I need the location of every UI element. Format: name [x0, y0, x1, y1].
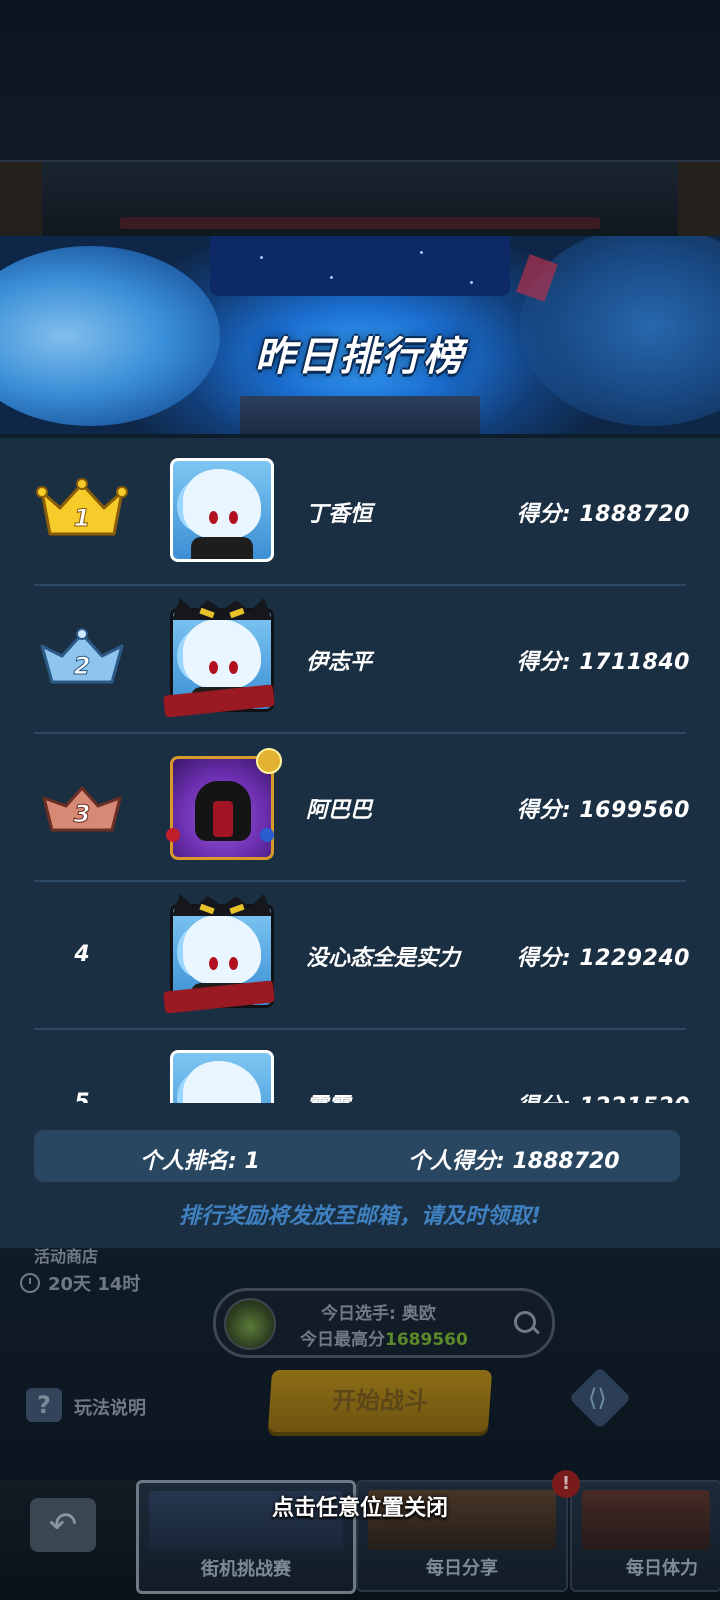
player-avatar[interactable] — [170, 458, 274, 562]
player-name: 丁香恒 — [306, 502, 373, 527]
leaderboard-panel: 昨日排行榜 1 丁香恒 得分: 1888720 2 伊志平 得分: 171184… — [0, 236, 720, 1248]
player-score: 得分: 1711840 — [516, 650, 690, 675]
today-player-avatar — [224, 1298, 276, 1350]
banner-star — [330, 276, 333, 279]
banner-console — [240, 396, 480, 438]
today-player-text: 今日选手: 奥欧 — [321, 1304, 436, 1324]
banner-star — [420, 251, 423, 254]
avatar-frame — [170, 756, 274, 860]
leaderboard-list[interactable]: 1 丁香恒 得分: 1888720 2 伊志平 得分: 1711840 3 阿巴… — [0, 438, 720, 1103]
player-name: 阿巴巴 — [306, 798, 373, 823]
avatar-frame — [170, 1050, 274, 1103]
crown-gold-icon: 1 — [36, 478, 128, 536]
player-avatar[interactable] — [170, 1050, 274, 1103]
banner-star — [470, 281, 473, 284]
player-name: 没心态全是实力 — [306, 946, 461, 971]
help-label[interactable]: 玩法说明 — [74, 1394, 146, 1420]
leaderboard-banner: 昨日排行榜 — [0, 236, 720, 438]
player-score: 得分: 1699560 — [516, 798, 690, 823]
leaderboard-row: 4 没心态全是实力 得分: 1229240 — [0, 882, 720, 1030]
banner-star — [260, 256, 263, 259]
cabinet-light — [120, 217, 600, 229]
player-name: 霸霸 — [306, 1088, 350, 1103]
rank-number: 5 — [74, 1090, 90, 1103]
tab-stamina-label: 每日体力 — [626, 1558, 698, 1579]
leaderboard-row: 3 阿巴巴 得分: 1699560 — [0, 734, 720, 882]
leaderboard-row: 5 霸霸 得分: 1221520 — [0, 1030, 720, 1103]
reward-note: 排行奖励将发放至邮箱，请及时领取! — [178, 1204, 542, 1229]
player-name: 伊志平 — [306, 650, 373, 675]
shop-timer-text: 20天 14时 — [48, 1274, 141, 1295]
avatar-frame — [170, 458, 274, 562]
player-avatar[interactable] — [163, 598, 275, 718]
personal-rank-bar: 个人排名: 1 个人得分: 1888720 — [34, 1130, 680, 1182]
rank-number: 3 — [74, 800, 91, 828]
today-best-score: 今日最高分1689560 — [300, 1325, 468, 1350]
today-best-label: 今日最高分 — [300, 1330, 385, 1350]
rank-number: 1 — [74, 504, 91, 532]
player-avatar[interactable] — [163, 894, 275, 1014]
tab-arcade-label: 街机挑战赛 — [201, 1559, 291, 1580]
player-score: 得分: 1221520 — [517, 1088, 690, 1103]
player-score: 得分: 1888720 — [516, 502, 690, 527]
personal-rank: 个人排名: 1 — [140, 1149, 260, 1174]
cabinet-post-right — [678, 162, 720, 237]
help-icon[interactable]: ? — [26, 1388, 62, 1422]
crown-bronze-icon: 3 — [42, 786, 122, 832]
today-player-panel[interactable]: 今日选手: 奥欧 今日最高分1689560 — [213, 1288, 555, 1358]
clock-icon — [20, 1273, 40, 1293]
leaderboard-title: 昨日排行榜 — [255, 334, 465, 380]
leaderboard-row: 1 丁香恒 得分: 1888720 — [0, 438, 720, 586]
rank-number: 2 — [74, 652, 91, 680]
banner-screen — [210, 236, 510, 296]
player-score: 得分: 1229240 — [516, 946, 690, 971]
share-icon: ⟨⟩ — [588, 1384, 607, 1412]
arcade-cabinet-top — [0, 160, 720, 237]
personal-score: 个人得分: 1888720 — [408, 1149, 620, 1174]
today-best-value: 1689560 — [385, 1330, 468, 1350]
shop-timer: 20天 14时 — [20, 1270, 140, 1296]
player-avatar[interactable] — [166, 748, 282, 860]
tab-share-label: 每日分享 — [426, 1558, 498, 1579]
start-battle-button[interactable]: 开始战斗 — [267, 1370, 493, 1432]
search-icon[interactable] — [514, 1311, 536, 1333]
leaderboard-row: 2 伊志平 得分: 1711840 — [0, 586, 720, 734]
cabinet-post-left — [0, 162, 42, 237]
crown-silver-icon: 2 — [40, 628, 124, 684]
rank-number: 4 — [74, 942, 90, 967]
close-hint[interactable]: 点击任意位置关闭 — [0, 1490, 720, 1522]
